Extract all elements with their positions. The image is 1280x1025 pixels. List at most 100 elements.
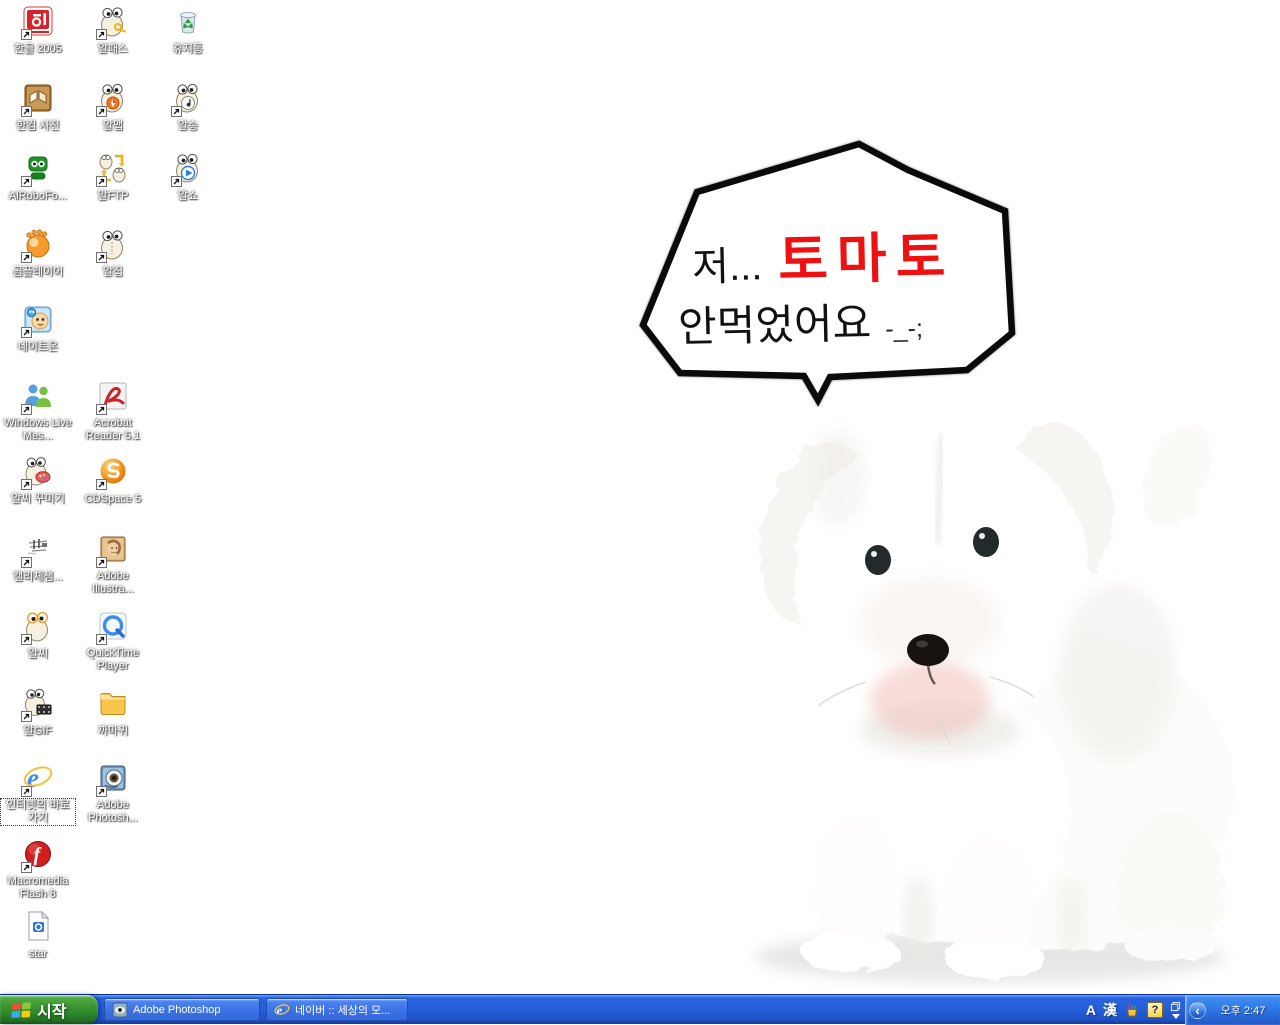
alshow-icon	[171, 152, 205, 186]
shortcut-arrow-icon	[171, 106, 182, 117]
taskbar-task-naver[interactable]: e 네이버 :: 세상의 모...	[266, 998, 408, 1021]
desktop-icon-label: 휴지통	[171, 43, 205, 56]
adobe-photoshop-icon	[96, 762, 130, 796]
desktop-icon-label: 알GIF	[22, 725, 54, 738]
desktop-icon-alsee-decorator[interactable]: 알씨 꾸미기	[1, 455, 75, 507]
desktop-icon-label: Adobe Photosh...	[76, 799, 150, 825]
desktop-icon-label: 캘리체샘...	[11, 571, 65, 584]
desktop-icon-internet-explorer[interactable]: e 인터넷의 바로 가기	[1, 762, 75, 826]
shortcut-arrow-icon	[96, 786, 107, 797]
windows-live-messenger-icon	[21, 380, 55, 414]
shortcut-arrow-icon	[96, 634, 107, 645]
desktop-icon-folder[interactable]: 까마귀	[76, 687, 150, 739]
desktop-icon-label: 한글 2005	[12, 43, 64, 56]
desktop-icon-label: 알FTP	[96, 190, 131, 203]
desktop-icon-alshow[interactable]: 알쇼	[151, 152, 225, 204]
desktop-icon-hangul-2005[interactable]: 한글 2005	[1, 5, 75, 57]
alsee-icon	[21, 610, 55, 644]
desktop-icon-gom-player[interactable]: 곰플레이어	[1, 228, 75, 280]
desktop-icon-windows-live-messenger[interactable]: Windows Live Mes...	[1, 380, 75, 444]
task-label: 네이버 :: 세상의 모...	[295, 1002, 390, 1018]
alftp-icon	[96, 152, 130, 186]
desktop-icon-alftp[interactable]: 알FTP	[76, 152, 150, 204]
desktop-icon-label: 알집	[101, 266, 125, 279]
shortcut-arrow-icon	[96, 106, 107, 117]
shortcut-arrow-icon	[21, 786, 32, 797]
ime-hanja-indicator[interactable]: 漢	[1103, 1000, 1117, 1020]
start-button-label: 시작	[37, 998, 66, 1022]
shortcut-arrow-icon	[21, 327, 32, 338]
shortcut-arrow-icon	[21, 479, 32, 490]
desktop-icon-adobe-photoshop[interactable]: Adobe Photosh...	[76, 762, 150, 826]
desktop-icon-label: Windows Live Mes...	[1, 417, 75, 443]
shortcut-arrow-icon	[21, 252, 32, 263]
ime-latin-indicator[interactable]: A	[1086, 1002, 1096, 1018]
desktop-icon-label: 네이트온	[16, 341, 60, 354]
acrobat-reader-icon	[96, 380, 130, 414]
desktop-icon-label: star	[27, 948, 49, 961]
desktop-icon-alroboform[interactable]: AlRoboFo...	[1, 152, 75, 204]
desktop-icon-macromedia-flash-8[interactable]: f Macromedia Flash 8	[1, 838, 75, 902]
shortcut-arrow-icon	[21, 176, 32, 187]
shortcut-arrow-icon	[96, 479, 107, 490]
alpass-icon	[96, 5, 130, 39]
shortcut-arrow-icon	[96, 252, 107, 263]
speech-bubble-line1: 저... 토마토	[691, 212, 955, 296]
desktop-icon-acrobat-reader[interactable]: Acrobat Reader 5.1	[76, 380, 150, 444]
task-label: Adobe Photoshop	[133, 1004, 220, 1016]
taskbar-task-photoshop[interactable]: Adobe Photoshop	[104, 998, 260, 1021]
alzip-icon	[96, 228, 130, 262]
start-button[interactable]: 시작	[0, 995, 98, 1024]
speech-text-line2: 안먹었어요	[677, 290, 871, 355]
desktop-icon-alpass[interactable]: 알패스	[76, 5, 150, 57]
nateon-icon	[21, 303, 55, 337]
algif-icon	[21, 687, 55, 721]
desktop-icon-label: Macromedia Flash 8	[1, 875, 75, 901]
alroboform-icon	[21, 152, 55, 186]
desktop-icon-alsong[interactable]: 알송	[151, 82, 225, 134]
taskbar: 시작 Adobe Photoshop e 네이버 :: 세상의 모... A 漢…	[0, 994, 1280, 1024]
desktop-icon-recycle-bin[interactable]: 휴지통	[151, 5, 225, 57]
desktop-icon-nateon[interactable]: 네이트온	[1, 303, 75, 355]
language-bar-options[interactable]	[1170, 1001, 1181, 1019]
hide-icons-chevron-button[interactable]: ‹	[1189, 1002, 1206, 1019]
taskbar-clock[interactable]: 오후 2:47	[1206, 1002, 1280, 1018]
ime-help-icon[interactable]: ?	[1147, 1002, 1163, 1018]
speech-text-prefix: 저...	[692, 233, 763, 292]
desktop-icon-cdspace[interactable]: CDSpace 5	[76, 455, 150, 507]
shortcut-arrow-icon	[171, 176, 182, 187]
desktop-icon-label: 알씨 꾸미기	[9, 493, 67, 506]
desktop-icon-label: 알송	[176, 120, 200, 133]
quicktime-player-icon	[96, 610, 130, 644]
desktop-icon-label: 곰플레이어	[11, 266, 66, 279]
gom-player-icon	[21, 228, 55, 262]
hangul-2005-icon	[21, 5, 55, 39]
desktop-icon-adobe-illustrator[interactable]: Adobe Illustra...	[76, 533, 150, 597]
desktop-icon-label: 알맵	[101, 120, 125, 133]
desktop: 한글 2005 알패스 휴지통 한컴 사전 알맵 알송	[0, 0, 1280, 994]
desktop-icon-calligraphy-sample[interactable]: 캘리체샘...	[1, 533, 75, 585]
desktop-icon-label: 까마귀	[96, 725, 130, 738]
language-bar: A 漢 ?	[1086, 995, 1181, 1025]
desktop-icon-label: AlRoboFo...	[7, 190, 69, 203]
desktop-icon-hancom-dictionary[interactable]: 한컴 사전	[1, 82, 75, 134]
desktop-icon-algif[interactable]: 알GIF	[1, 687, 75, 739]
macromedia-flash-8-icon: f	[21, 838, 55, 872]
desktop-icon-alsee[interactable]: 알씨	[1, 610, 75, 662]
desktop-icon-star[interactable]: star	[1, 910, 75, 962]
desktop-icon-almap[interactable]: 알맵	[76, 82, 150, 134]
desktop-icon-quicktime-player[interactable]: QuickTime Player	[76, 610, 150, 674]
internet-explorer-icon: e	[21, 762, 55, 796]
desktop-icon-label: Adobe Illustra...	[76, 570, 150, 596]
desktop-icon-label: 알씨	[26, 648, 50, 661]
almap-icon	[96, 82, 130, 116]
desktop-icon-label: 한컴 사전	[14, 120, 62, 133]
internet-explorer-icon: e	[274, 1002, 290, 1018]
ime-pen-tools-icon[interactable]	[1124, 1002, 1140, 1018]
shortcut-arrow-icon	[96, 176, 107, 187]
desktop-icon-label: Acrobat Reader 5.1	[76, 417, 150, 443]
speech-bubble-line2: 안먹었어요 -_-;	[677, 288, 923, 354]
puppy-wallpaper-image	[690, 372, 1250, 994]
desktop-icon-label: QuickTime Player	[76, 647, 150, 673]
desktop-icon-alzip[interactable]: 알집	[76, 228, 150, 280]
